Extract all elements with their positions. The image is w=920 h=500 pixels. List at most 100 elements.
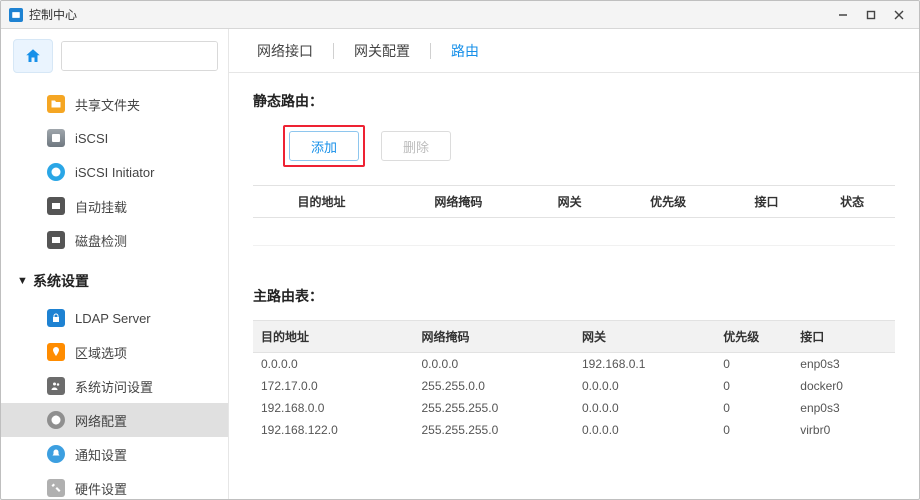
content: 网络接口网关配置路由 静态路由： 添加 删除 目的地址网络掩码网关优先级接口状态… bbox=[229, 29, 919, 499]
column-header: 优先级 bbox=[715, 321, 792, 353]
cell-mask: 255.255.255.0 bbox=[414, 397, 575, 419]
sidebar: 共享文件夹 iSCSI iSCSI Initiator 自动挂载磁盘检测 ▼ 系统设置… bbox=[1, 29, 229, 499]
users-icon bbox=[47, 377, 65, 395]
search-row bbox=[1, 29, 228, 83]
cell-prio: 0 bbox=[715, 419, 792, 441]
table-row[interactable]: 192.168.122.0255.255.255.00.0.0.00virbr0 bbox=[253, 419, 895, 441]
minimize-button[interactable] bbox=[831, 7, 855, 23]
tab-0[interactable]: 网络接口 bbox=[247, 41, 323, 61]
route-table-label: 主路由表： bbox=[253, 286, 895, 306]
sidebar-item-top-4[interactable]: 磁盘检测 bbox=[1, 223, 228, 257]
network-icon bbox=[47, 411, 65, 429]
sidebar-item-bottom-0[interactable]: LDAP Server bbox=[1, 301, 228, 335]
table-row bbox=[253, 218, 895, 246]
sidebar-item-bottom-4[interactable]: 通知设置 bbox=[1, 437, 228, 471]
tabs: 网络接口 网关配置 路由 bbox=[229, 29, 919, 73]
column-header: 目的地址 bbox=[253, 186, 390, 218]
sidebar-item-label: 磁盘检测 bbox=[75, 231, 127, 250]
table-row[interactable]: 192.168.0.0255.255.255.00.0.0.00enp0s3 bbox=[253, 397, 895, 419]
sidebar-item-top-1[interactable]: iSCSI bbox=[1, 121, 228, 155]
sidebar-item-label: 通知设置 bbox=[75, 445, 127, 464]
static-route-label: 静态路由： bbox=[253, 91, 895, 111]
sidebar-item-top-0[interactable]: 共享文件夹 bbox=[1, 87, 228, 121]
column-header: 状态 bbox=[809, 186, 895, 218]
maximize-button[interactable] bbox=[859, 7, 883, 23]
sidebar-item-bottom-1[interactable]: 区域选项 bbox=[1, 335, 228, 369]
search-input[interactable] bbox=[62, 42, 218, 70]
sidebar-item-label: iSCSI bbox=[75, 131, 108, 146]
sidebar-item-label: 区域选项 bbox=[75, 343, 127, 362]
sidebar-item-label: 系统访问设置 bbox=[75, 377, 153, 396]
search-field[interactable] bbox=[61, 41, 218, 71]
cell-gateway: 192.168.0.1 bbox=[574, 353, 715, 376]
tab-separator bbox=[333, 43, 334, 59]
sidebar-item-label: iSCSI Initiator bbox=[75, 165, 154, 180]
close-button[interactable] bbox=[887, 7, 911, 23]
column-header: 接口 bbox=[724, 186, 810, 218]
column-header: 接口 bbox=[792, 321, 895, 353]
window-title: 控制中心 bbox=[29, 6, 77, 23]
column-header: 网络掩码 bbox=[414, 321, 575, 353]
cell-dest: 192.168.0.0 bbox=[253, 397, 414, 419]
column-header: 目的地址 bbox=[253, 321, 414, 353]
cell-dest: 192.168.122.0 bbox=[253, 419, 414, 441]
scan-icon bbox=[47, 231, 65, 249]
cell-prio: 0 bbox=[715, 397, 792, 419]
sidebar-item-bottom-3[interactable]: 网络配置 bbox=[1, 403, 228, 437]
static-route-buttons: 添加 删除 bbox=[253, 125, 895, 167]
tab-2[interactable]: 路由 bbox=[441, 41, 489, 61]
folder-icon bbox=[47, 95, 65, 113]
cell-iface: enp0s3 bbox=[792, 353, 895, 376]
cell-gateway: 0.0.0.0 bbox=[574, 397, 715, 419]
disk-icon bbox=[47, 129, 65, 147]
sidebar-item-bottom-2[interactable]: 系统访问设置 bbox=[1, 369, 228, 403]
bell-icon bbox=[47, 445, 65, 463]
cell-gateway: 0.0.0.0 bbox=[574, 419, 715, 441]
sidebar-item-label: 硬件设置 bbox=[75, 479, 127, 498]
delete-button: 删除 bbox=[381, 131, 451, 161]
cell-mask: 255.255.255.0 bbox=[414, 419, 575, 441]
cell-dest: 172.17.0.0 bbox=[253, 375, 414, 397]
cell-dest: 0.0.0.0 bbox=[253, 353, 414, 376]
column-header: 网络掩码 bbox=[390, 186, 527, 218]
sidebar-section-system-settings[interactable]: ▼ 系统设置 bbox=[1, 257, 228, 297]
column-header: 网关 bbox=[527, 186, 613, 218]
cell-iface: enp0s3 bbox=[792, 397, 895, 419]
caret-down-icon: ▼ bbox=[17, 275, 29, 287]
table-row[interactable]: 172.17.0.0255.255.0.00.0.0.00docker0 bbox=[253, 375, 895, 397]
add-button[interactable]: 添加 bbox=[289, 131, 359, 161]
route-table: 目的地址网络掩码网关优先级接口 0.0.0.00.0.0.0192.168.0.… bbox=[253, 320, 895, 441]
column-header: 网关 bbox=[574, 321, 715, 353]
lock-icon bbox=[47, 309, 65, 327]
sidebar-item-label: 网络配置 bbox=[75, 411, 127, 430]
sidebar-item-label: 共享文件夹 bbox=[75, 95, 140, 114]
mount-icon bbox=[47, 197, 65, 215]
cell-iface: virbr0 bbox=[792, 419, 895, 441]
sidebar-section-label: 系统设置 bbox=[33, 271, 89, 291]
column-header: 优先级 bbox=[612, 186, 723, 218]
sidebar-item-top-3[interactable]: 自动挂载 bbox=[1, 189, 228, 223]
add-button-highlight: 添加 bbox=[283, 125, 365, 167]
cell-mask: 0.0.0.0 bbox=[414, 353, 575, 376]
tab-1[interactable]: 网关配置 bbox=[344, 41, 420, 61]
cell-prio: 0 bbox=[715, 353, 792, 376]
cell-gateway: 0.0.0.0 bbox=[574, 375, 715, 397]
cell-iface: docker0 bbox=[792, 375, 895, 397]
sidebar-item-bottom-5[interactable]: 硬件设置 bbox=[1, 471, 228, 499]
window: 控制中心 共享文件夹 iSCSI iSCSI Initiator 自动挂载磁盘检测 bbox=[0, 0, 920, 500]
app-icon bbox=[9, 8, 23, 22]
tab-separator bbox=[430, 43, 431, 59]
tools-icon bbox=[47, 479, 65, 497]
cell-mask: 255.255.0.0 bbox=[414, 375, 575, 397]
sidebar-item-top-2[interactable]: iSCSI Initiator bbox=[1, 155, 228, 189]
globe-icon bbox=[47, 163, 65, 181]
home-button[interactable] bbox=[13, 39, 53, 73]
static-route-table: 目的地址网络掩码网关优先级接口状态 bbox=[253, 185, 895, 246]
cell-prio: 0 bbox=[715, 375, 792, 397]
content-scroll[interactable]: 静态路由： 添加 删除 目的地址网络掩码网关优先级接口状态 主路由表： 目的地址… bbox=[229, 73, 919, 499]
table-row[interactable]: 0.0.0.00.0.0.0192.168.0.10enp0s3 bbox=[253, 353, 895, 376]
sidebar-item-label: LDAP Server bbox=[75, 311, 151, 326]
sidebar-item-label: 自动挂载 bbox=[75, 197, 127, 216]
pin-icon bbox=[47, 343, 65, 361]
titlebar: 控制中心 bbox=[1, 1, 919, 29]
